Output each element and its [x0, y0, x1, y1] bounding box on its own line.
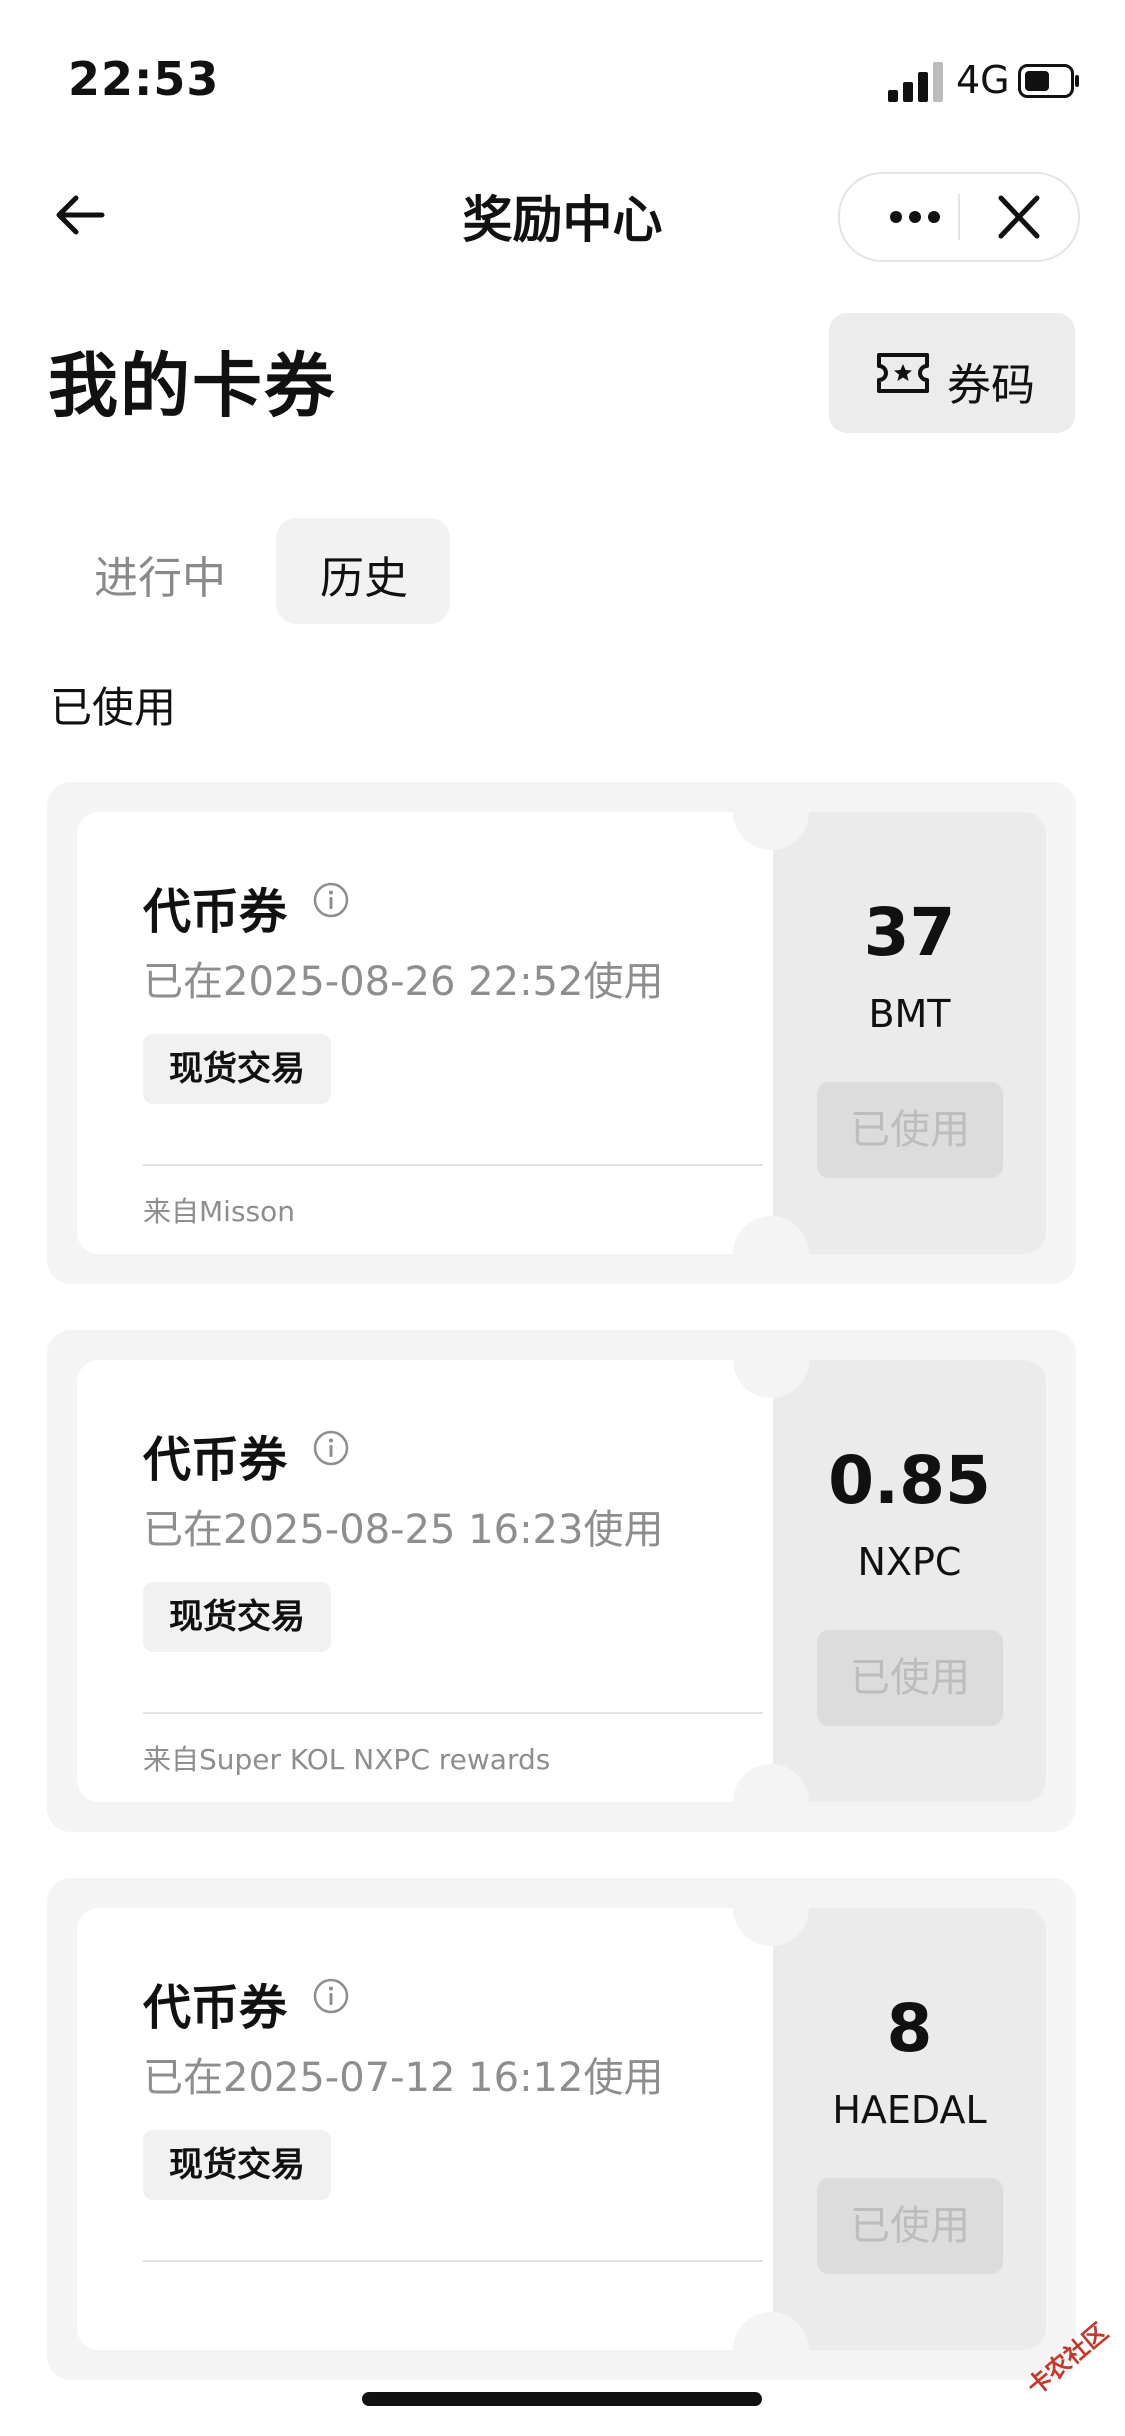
coupon-info-panel: 代币券 已在2025-08-26 22:52使用 现货交易 来自Misson	[77, 812, 819, 1254]
coupon-amount: 37	[863, 894, 956, 971]
status-time: 22:53	[68, 52, 220, 106]
coupon-source: 来自Super KOL NXPC rewards	[143, 1743, 551, 1776]
coupon-source: 来自Misson	[143, 1195, 295, 1228]
signal-icon	[888, 62, 943, 102]
battery-icon	[1018, 64, 1079, 98]
coupon-scope-tag: 现货交易	[143, 1034, 331, 1104]
coupon-status-button: 已使用	[817, 1082, 1003, 1178]
ticket-notch	[733, 1216, 809, 1284]
tab-ongoing[interactable]: 进行中	[94, 542, 226, 606]
info-icon[interactable]	[313, 1978, 349, 2014]
coupon-scope-tag: 现货交易	[143, 2130, 331, 2200]
coupon-token-symbol: BMT	[868, 992, 951, 1036]
divider	[143, 1164, 763, 1166]
info-icon[interactable]	[313, 1430, 349, 1466]
coupon-amount: 0.85	[828, 1442, 991, 1519]
tab-history[interactable]: 历史	[320, 542, 408, 606]
coupon-type: 代币券	[143, 1980, 288, 2036]
ticket-notch	[733, 2312, 809, 2380]
coupon-used-date: 已在2025-08-25 16:23使用	[143, 1507, 664, 1553]
coupon-status-button: 已使用	[817, 1630, 1003, 1726]
coupon-token-symbol: HAEDAL	[832, 2088, 987, 2132]
page-title: 我的卡券	[48, 345, 336, 427]
mini-program-capsule	[838, 172, 1080, 262]
coupon-info-panel: 代币券 已在2025-07-12 16:12使用 现货交易	[77, 1908, 819, 2350]
info-icon[interactable]	[313, 882, 349, 918]
coupon-type: 代币券	[143, 1432, 288, 1488]
coupon-type: 代币券	[143, 884, 288, 940]
divider	[143, 1712, 763, 1714]
coupon-scope-tag: 现货交易	[143, 1582, 331, 1652]
coupon-code-button[interactable]: 券码	[829, 313, 1075, 433]
coupon-info-panel: 代币券 已在2025-08-25 16:23使用 现货交易 来自Super KO…	[77, 1360, 819, 1802]
home-indicator[interactable]	[362, 2392, 762, 2406]
coupon-card[interactable]: 代币券 已在2025-08-26 22:52使用 现货交易 来自Misson 3…	[47, 782, 1076, 1284]
ticket-notch	[733, 1764, 809, 1832]
coupon-card[interactable]: 代币券 已在2025-08-25 16:23使用 现货交易 来自Super KO…	[47, 1330, 1076, 1832]
divider	[143, 2260, 763, 2262]
close-icon[interactable]	[960, 174, 1078, 260]
coupon-used-date: 已在2025-08-26 22:52使用	[143, 959, 664, 1005]
coupon-used-date: 已在2025-07-12 16:12使用	[143, 2055, 664, 2101]
ticket-icon	[877, 353, 929, 393]
coupon-amount: 8	[886, 1990, 933, 2067]
coupon-status-button: 已使用	[817, 2178, 1003, 2274]
coupon-code-label: 券码	[947, 360, 1035, 411]
section-label: 已使用	[50, 683, 177, 732]
network-type: 4G	[956, 58, 1010, 102]
coupon-card[interactable]: 代币券 已在2025-07-12 16:12使用 现货交易 8 HAEDAL 已…	[47, 1878, 1076, 2380]
more-icon[interactable]	[860, 174, 958, 260]
coupon-token-symbol: NXPC	[857, 1540, 962, 1584]
